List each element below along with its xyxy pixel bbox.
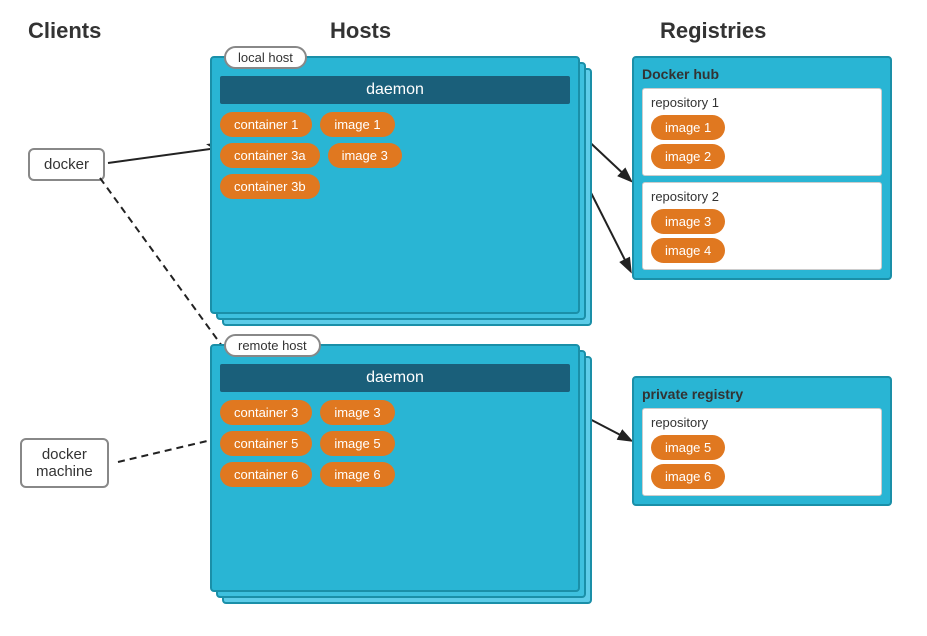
remote-image6: image 6 (320, 462, 394, 487)
local-container3a: container 3a (220, 143, 320, 168)
docker-machine-label: dockermachine (36, 446, 93, 480)
remote-image5: image 5 (320, 431, 394, 456)
registries-header: Registries (660, 18, 766, 44)
remote-container3: container 3 (220, 400, 312, 425)
docker-client-label: docker (44, 156, 89, 173)
hub-image1: image 1 (651, 115, 725, 140)
repo1-title: repository 1 (651, 95, 873, 110)
remote-row-2: container 5 image 5 (220, 431, 570, 456)
private-image6: image 6 (651, 464, 725, 489)
local-image1: image 1 (320, 112, 394, 137)
repo1-inner: repository 1 image 1 image 2 (642, 88, 882, 176)
hub-image4: image 4 (651, 238, 725, 263)
private-image5: image 5 (651, 435, 725, 460)
repo2-title: repository 2 (651, 189, 873, 204)
remote-host-label: remote host (224, 334, 321, 357)
local-container1: container 1 (220, 112, 312, 137)
diagram-container: Clients Hosts Registries docker dockerma… (0, 0, 927, 636)
docker-client: docker (28, 148, 105, 181)
hub-image3: image 3 (651, 209, 725, 234)
docker-hub-title: Docker hub (642, 66, 882, 82)
docker-hub-panel: Docker hub repository 1 image 1 image 2 … (632, 56, 892, 280)
private-registry-panel: private registry repository image 5 imag… (632, 376, 892, 506)
remote-host-panel: remote host daemon container 3 image 3 c… (210, 344, 580, 592)
clients-header: Clients (28, 18, 101, 44)
local-row-1: container 1 image 1 (220, 112, 570, 137)
local-host-label: local host (224, 46, 307, 69)
hosts-header: Hosts (330, 18, 391, 44)
local-image3: image 3 (328, 143, 402, 168)
private-repo-title: repository (651, 415, 873, 430)
local-row-3: container 3b (220, 174, 570, 199)
remote-row-3: container 6 image 6 (220, 462, 570, 487)
hub-image2: image 2 (651, 144, 725, 169)
docker-machine-client: dockermachine (20, 438, 109, 488)
local-container3b: container 3b (220, 174, 320, 199)
remote-image3: image 3 (320, 400, 394, 425)
local-daemon-bar: daemon (220, 76, 570, 104)
remote-daemon-bar: daemon (220, 364, 570, 392)
private-repo-inner: repository image 5 image 6 (642, 408, 882, 496)
local-row-2: container 3a image 3 (220, 143, 570, 168)
remote-container5: container 5 (220, 431, 312, 456)
private-registry-title: private registry (642, 386, 882, 402)
remote-row-1: container 3 image 3 (220, 400, 570, 425)
repo2-inner: repository 2 image 3 image 4 (642, 182, 882, 270)
remote-container6: container 6 (220, 462, 312, 487)
local-host-panel: local host daemon container 1 image 1 co… (210, 56, 580, 314)
